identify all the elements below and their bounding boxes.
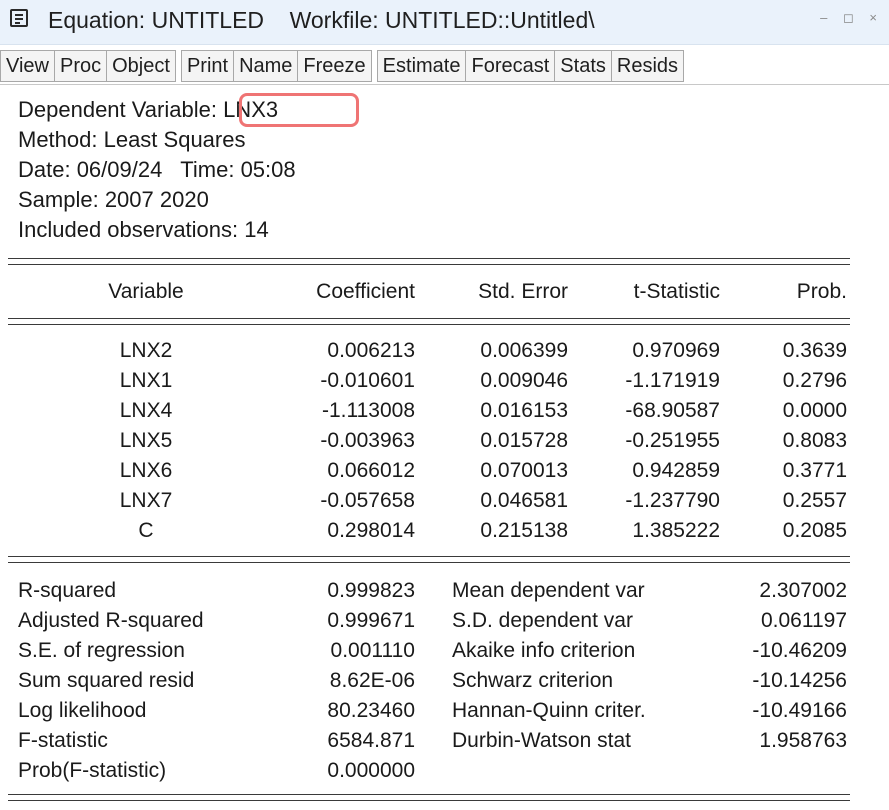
window-controls[interactable]: – ◻ × [820, 10, 883, 26]
table-cell: -1.113008 [321, 399, 415, 422]
stat-label: Hannan-Quinn criter. [452, 699, 646, 722]
col-header-std-error: Std. Error [478, 280, 568, 303]
stats-top-rule [8, 556, 850, 557]
stat-label: F-statistic [18, 729, 108, 752]
table-cell: 0.215138 [480, 519, 568, 542]
stat-label: Mean dependent var [452, 579, 645, 602]
table-cell: 0.3639 [782, 339, 847, 362]
table-top-rule [8, 258, 850, 259]
stat-value: 6584.871 [327, 729, 415, 752]
stat-value: 1.958763 [759, 729, 847, 752]
window-title: Equation: UNTITLED Workfile: UNTITLED::U… [48, 7, 595, 33]
stat-label: Adjusted R-squared [18, 609, 204, 632]
resids-button[interactable]: Resids [610, 50, 685, 82]
equation-window-icon[interactable] [10, 9, 28, 27]
name-button[interactable]: Name [233, 50, 299, 82]
stat-label: S.D. dependent var [452, 609, 633, 632]
bottom-rule-2 [8, 800, 850, 801]
stat-label: Log likelihood [18, 699, 147, 722]
header-rule-2 [8, 324, 850, 325]
stat-value: 2.307002 [759, 579, 847, 602]
table-cell: 0.015728 [480, 429, 568, 452]
table-top-rule-2 [8, 264, 850, 265]
toolbar-group-1: View Proc Object [0, 50, 176, 82]
freeze-button[interactable]: Freeze [297, 50, 372, 82]
table-cell-variable: C [138, 519, 154, 542]
stat-label: Prob(F-statistic) [18, 759, 167, 782]
table-cell-variable: LNX5 [119, 429, 173, 452]
stat-label: Durbin-Watson stat [452, 729, 631, 752]
header-rule [8, 318, 850, 319]
toolbar-group-2: Print Name Freeze [180, 50, 372, 82]
print-button[interactable]: Print [180, 50, 235, 82]
table-cell: 0.009046 [480, 369, 568, 392]
table-cell: 0.2796 [782, 369, 847, 392]
method-line: Method: Least Squares [18, 127, 246, 152]
stats-top-rule-2 [8, 562, 850, 563]
table-cell-variable: LNX6 [119, 459, 173, 482]
col-header-prob: Prob. [796, 280, 847, 303]
stat-value: 80.23460 [327, 699, 415, 722]
toolbar-group-3: Estimate Forecast Stats Resids [376, 50, 685, 82]
table-cell: 0.046581 [480, 489, 568, 512]
dependent-variable-highlight [239, 93, 359, 127]
table-cell: 0.006213 [327, 339, 415, 362]
col-header-coefficient: Coefficient [316, 280, 415, 303]
col-header-variable: Variable [108, 280, 184, 303]
table-cell: 0.016153 [480, 399, 568, 422]
stat-value: 0.061197 [760, 609, 847, 632]
table-cell-variable: LNX2 [119, 339, 173, 362]
toolbar: View Proc Object Print Name Freeze Estim… [0, 50, 889, 82]
table-cell: 0.298014 [327, 519, 415, 542]
table-cell: 0.3771 [782, 459, 847, 482]
table-cell: -0.003963 [320, 429, 415, 452]
object-button[interactable]: Object [106, 50, 176, 82]
window-titlebar: Equation: UNTITLED Workfile: UNTITLED::U… [0, 0, 889, 45]
estimate-button[interactable]: Estimate [376, 50, 467, 82]
table-cell: -0.057658 [320, 489, 415, 512]
observations-line: Included observations: 14 [18, 217, 269, 242]
bottom-rule [8, 794, 850, 795]
stat-value: 0.001110 [330, 639, 415, 662]
sample-line: Sample: 2007 2020 [18, 187, 209, 212]
table-cell: 0.2085 [782, 519, 847, 542]
stat-value: -10.46209 [752, 639, 847, 662]
table-cell-variable: LNX4 [119, 399, 173, 422]
stat-label: Akaike info criterion [452, 639, 636, 662]
proc-button[interactable]: Proc [54, 50, 108, 82]
stat-value: -10.49166 [752, 699, 847, 722]
table-cell: 0.8083 [782, 429, 847, 452]
stat-value: 0.999823 [327, 579, 415, 602]
stat-value: 0.000000 [327, 759, 415, 782]
view-button[interactable]: View [0, 50, 55, 82]
table-cell: 0.0000 [782, 399, 847, 422]
table-cell-variable: LNX7 [119, 489, 173, 512]
stats-button[interactable]: Stats [554, 50, 612, 82]
stat-label: R-squared [18, 579, 117, 602]
forecast-button[interactable]: Forecast [465, 50, 556, 82]
table-cell: 0.006399 [480, 339, 568, 362]
table-cell: 0.066012 [327, 459, 415, 482]
stat-value: -10.14256 [752, 669, 847, 692]
table-cell-variable: LNX1 [119, 369, 173, 392]
stat-label: Schwarz criterion [452, 669, 614, 692]
table-cell: 0.2557 [782, 489, 847, 512]
stat-value: 8.62E-06 [329, 669, 415, 692]
date-time-line: Date: 06/09/24 Time: 05:08 [18, 157, 296, 182]
stat-label: Sum squared resid [18, 669, 195, 692]
table-cell: -0.010601 [320, 369, 415, 392]
stat-value: 0.999671 [327, 609, 415, 632]
stat-label: S.E. of regression [18, 639, 185, 662]
table-cell: 0.070013 [480, 459, 568, 482]
